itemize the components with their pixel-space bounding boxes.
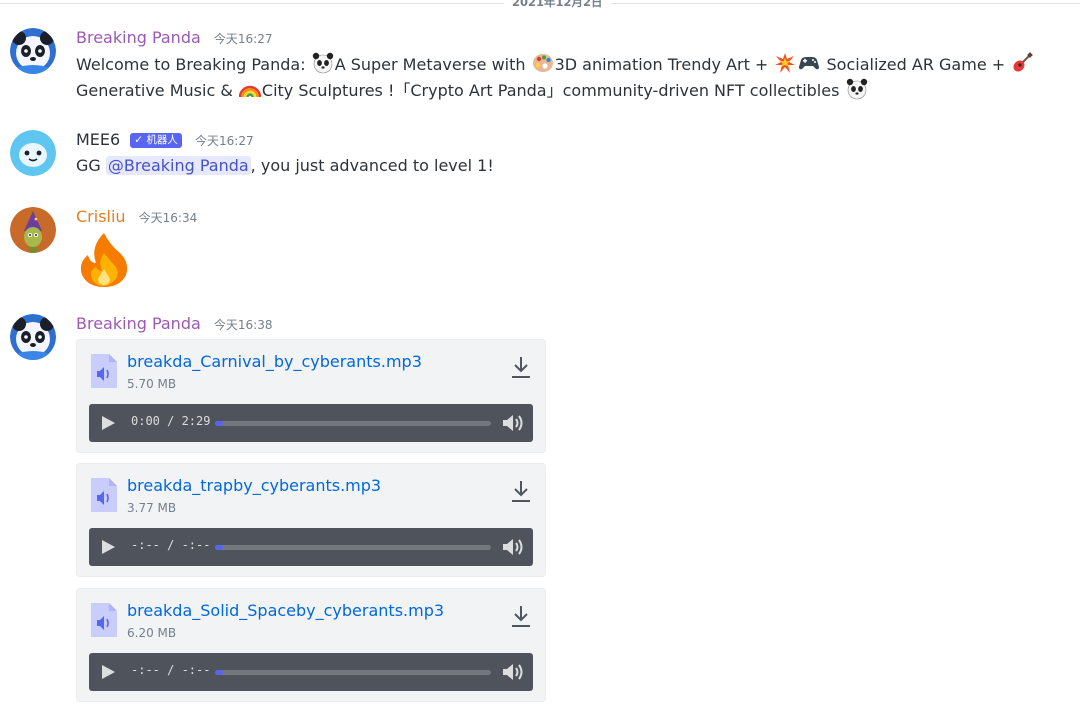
message-text: GG <box>76 156 106 175</box>
message-text: City Sculptures !「Crypto Art Panda」commu… <box>261 80 845 100</box>
volume-icon[interactable] <box>501 412 525 434</box>
message-text: A Super Metaverse with <box>334 55 531 74</box>
message-text: Welcome to Breaking Panda: <box>76 55 311 74</box>
audio-attachment: breakda_Carnival_by_cyberants.mp3 5.70 M… <box>76 339 546 453</box>
panda-emoji-icon <box>311 52 334 74</box>
attachment-file-size: 6.20 MB <box>127 626 177 640</box>
bot-badge: ✓ 机器人 <box>130 133 182 148</box>
play-button[interactable] <box>102 540 115 554</box>
volume-icon[interactable] <box>501 536 525 558</box>
rainbow-emoji-icon <box>238 85 261 97</box>
playback-time: -:-- / -:-- <box>131 538 211 552</box>
message-timestamp: 今天16:27 <box>213 32 273 46</box>
message-content: Welcome to Breaking Panda: A Super Metav… <box>76 52 1066 103</box>
playback-progress-fill <box>215 545 224 550</box>
message-content: GG @Breaking Panda, you just advanced to… <box>76 153 494 179</box>
audio-player: -:-- / -:-- <box>89 528 533 566</box>
message-timestamp: 今天16:34 <box>138 211 198 225</box>
panda-avatar-icon[interactable] <box>10 314 56 360</box>
message-text: 3D animation Trendy Art + <box>554 55 774 74</box>
user-mention[interactable]: @Breaking Panda <box>105 156 251 175</box>
playback-progress-bar[interactable] <box>215 421 491 426</box>
bot-face-avatar-icon[interactable] <box>10 130 56 176</box>
attachment-filename-link[interactable]: breakda_trapby_cyberants.mp3 <box>127 476 381 495</box>
panda-emoji-icon <box>845 77 868 99</box>
audio-file-icon <box>91 603 117 637</box>
author-name[interactable]: Crisliu <box>76 207 126 226</box>
author-name[interactable]: Breaking Panda <box>76 314 201 333</box>
date-divider: 2021年12月2日 <box>0 0 1080 10</box>
game-controller-emoji-icon <box>799 57 820 70</box>
panda-avatar-icon[interactable] <box>10 28 56 74</box>
audio-attachment: breakda_Solid_Spaceby_cyberants.mp3 6.20… <box>76 588 546 702</box>
download-icon[interactable] <box>509 603 533 629</box>
volume-icon[interactable] <box>501 661 525 683</box>
attachment-filename-link[interactable]: breakda_Carnival_by_cyberants.mp3 <box>127 352 422 371</box>
playback-time: -:-- / -:-- <box>131 663 211 677</box>
play-button[interactable] <box>102 665 115 679</box>
download-icon[interactable] <box>509 354 533 380</box>
playback-progress-bar[interactable] <box>215 670 491 675</box>
art-palette-emoji-icon <box>532 54 553 72</box>
message-timestamp: 今天16:27 <box>195 134 254 148</box>
collision-emoji-icon <box>775 53 796 73</box>
audio-file-icon <box>91 478 117 512</box>
message-timestamp: 今天16:38 <box>213 318 273 332</box>
attachment-filename-link[interactable]: breakda_Solid_Spaceby_cyberants.mp3 <box>127 601 444 620</box>
message-text: , you just advanced to level 1! <box>250 156 494 175</box>
download-icon[interactable] <box>509 478 533 504</box>
guitar-emoji-icon <box>1013 52 1034 72</box>
attachment-file-size: 5.70 MB <box>127 377 177 391</box>
play-button[interactable] <box>102 416 115 430</box>
attachment-file-size: 3.77 MB <box>127 501 177 515</box>
message-text: Socialized AR Game + <box>821 55 1011 74</box>
audio-player: 0:00 / 2:29 <box>89 404 533 442</box>
audio-player: -:-- / -:-- <box>89 653 533 691</box>
divider-date-label: 2021年12月2日 <box>504 0 611 10</box>
wizard-avatar-icon[interactable] <box>10 207 56 253</box>
fire-emoji-icon <box>80 233 128 287</box>
playback-progress-fill <box>215 670 224 675</box>
playback-time: 0:00 / 2:29 <box>131 414 211 428</box>
playback-progress-bar[interactable] <box>215 545 491 550</box>
audio-attachment: breakda_trapby_cyberants.mp3 3.77 MB -:-… <box>76 463 546 577</box>
author-name[interactable]: Breaking Panda <box>76 28 201 47</box>
message-text: Generative Music & <box>76 80 238 100</box>
playback-progress-fill <box>215 421 224 426</box>
author-name[interactable]: MEE6 <box>76 130 120 149</box>
audio-file-icon <box>91 354 117 388</box>
